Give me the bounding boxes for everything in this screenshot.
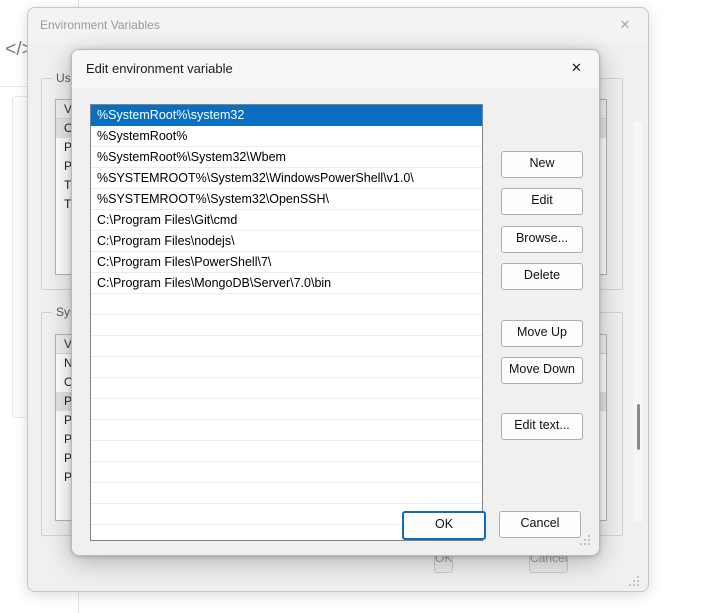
dialog-titlebar[interactable]: Edit environment variable ✕ <box>72 50 599 88</box>
browse-button[interactable]: Browse... <box>501 226 583 253</box>
list-item-empty[interactable] <box>91 441 482 462</box>
cancel-button[interactable]: Cancel <box>499 511 581 538</box>
new-button[interactable]: New <box>501 151 583 178</box>
list-item-empty[interactable] <box>91 462 482 483</box>
scrollbar-thumb[interactable] <box>637 404 640 450</box>
close-icon[interactable]: ✕ <box>554 50 599 86</box>
list-item[interactable]: C:\Program Files\Git\cmd <box>91 210 482 231</box>
dialog-title: Edit environment variable <box>86 61 233 76</box>
list-item-empty[interactable] <box>91 399 482 420</box>
list-item[interactable]: %SystemRoot%\system32 <box>91 105 482 126</box>
screen: </> Environment Variables ✕ User Va On P… <box>0 0 727 613</box>
edit-text-button[interactable]: Edit text... <box>501 413 583 440</box>
list-item-empty[interactable] <box>91 315 482 336</box>
path-entries-listbox[interactable]: %SystemRoot%\system32 %SystemRoot% %System… <box>90 104 483 541</box>
move-down-button[interactable]: Move Down <box>501 357 583 384</box>
move-up-button[interactable]: Move Up <box>501 320 583 347</box>
list-item[interactable]: C:\Program Files\MongoDB\Server\7.0\bin <box>91 273 482 294</box>
list-item-empty[interactable] <box>91 336 482 357</box>
list-item[interactable]: %SYSTEMROOT%\System32\OpenSSH\ <box>91 189 482 210</box>
resize-grip[interactable] <box>580 535 592 547</box>
list-item-empty[interactable] <box>91 420 482 441</box>
edit-environment-variable-dialog: Edit environment variable ✕ %SystemRoot%… <box>71 49 600 556</box>
scrollbar-track[interactable] <box>633 122 643 522</box>
close-icon[interactable]: ✕ <box>602 8 648 42</box>
ok-button[interactable]: OK <box>402 511 486 540</box>
list-item[interactable]: C:\Program Files\PowerShell\7\ <box>91 252 482 273</box>
list-item[interactable]: %SYSTEMROOT%\System32\WindowsPowerShell\… <box>91 168 482 189</box>
list-item[interactable]: C:\Program Files\nodejs\ <box>91 231 482 252</box>
resize-grip[interactable] <box>629 576 641 588</box>
list-item[interactable]: %SystemRoot% <box>91 126 482 147</box>
edit-button[interactable]: Edit <box>501 188 583 215</box>
background-window-title: Environment Variables <box>40 18 160 32</box>
list-item-empty[interactable] <box>91 294 482 315</box>
background-window-titlebar[interactable]: Environment Variables ✕ <box>28 8 648 45</box>
list-item-empty[interactable] <box>91 483 482 504</box>
list-item-empty[interactable] <box>91 357 482 378</box>
list-item[interactable]: %SystemRoot%\System32\Wbem <box>91 147 482 168</box>
list-item-empty[interactable] <box>91 378 482 399</box>
delete-button[interactable]: Delete <box>501 263 583 290</box>
